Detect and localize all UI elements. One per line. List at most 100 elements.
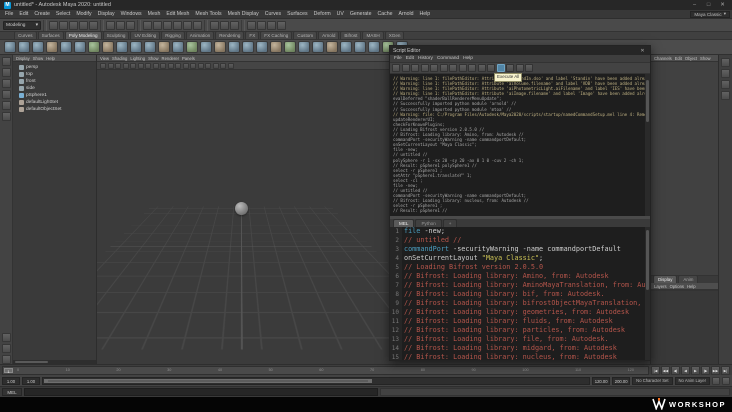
minimize-button[interactable]: – (689, 0, 700, 10)
menu-help[interactable]: Help (417, 10, 434, 19)
open-script-button[interactable] (401, 64, 410, 72)
shelf-tab-rendering[interactable]: Rendering (215, 31, 245, 39)
menu-deform[interactable]: Deform (311, 10, 334, 19)
shelf-boolean-intersection-icon[interactable] (284, 41, 296, 53)
layer-list[interactable] (651, 290, 718, 364)
shelf-separate-icon[interactable] (228, 41, 240, 53)
select-by-hierarchy-icon[interactable] (106, 20, 115, 30)
menu-mesh[interactable]: Mesh (145, 10, 164, 19)
shelf-disc-icon[interactable] (88, 41, 100, 53)
code-line[interactable]: 4 onSetCurrentLayout "Maya Classic"; (390, 254, 650, 263)
shelf-tab-rigging[interactable]: Rigging (161, 31, 185, 39)
lock-camera-icon[interactable] (107, 62, 114, 69)
menu-arnold[interactable]: Arnold (396, 10, 417, 19)
open-render-view-icon[interactable] (247, 20, 256, 30)
menu-edit[interactable]: Edit (16, 10, 31, 19)
render-settings-icon[interactable] (277, 20, 286, 30)
play-backwards-button[interactable]: ◀ (681, 365, 690, 375)
menu-file[interactable]: File (2, 10, 16, 19)
save-script-button[interactable] (392, 64, 400, 72)
status-line-separator[interactable] (43, 19, 47, 31)
wireframe-icon[interactable] (182, 62, 189, 69)
channel-box-icon[interactable] (721, 80, 730, 89)
playback-end-field[interactable]: 120.00 (592, 376, 611, 385)
code-line[interactable]: 5// Loading Bifrost version 2.0.5.0 (390, 263, 650, 272)
workspace-selector[interactable]: Maya Classic ▾ (690, 10, 730, 18)
scrollbar-thumb[interactable] (15, 361, 49, 363)
shelf-pipe-icon[interactable] (144, 41, 156, 53)
shelf-cube-icon[interactable] (18, 41, 30, 53)
scrollbar-thumb[interactable] (646, 229, 649, 290)
shelf-tab-arnold[interactable]: Arnold (318, 31, 340, 39)
script-tab-python[interactable]: Python (415, 219, 442, 227)
command-input[interactable] (24, 388, 378, 396)
channel-box-menu-edit[interactable]: Edit (675, 56, 682, 61)
viewport-menu-view[interactable]: View (100, 56, 109, 61)
code-line[interactable]: 6// Bifrost: Loading library: Amino, fro… (390, 272, 650, 281)
shelf-super-ellipse-icon[interactable] (200, 41, 212, 53)
four-pane-layout-button[interactable] (1, 344, 11, 353)
script-editor-menu-help[interactable]: Help (463, 56, 473, 61)
animation-start-field[interactable]: 1.00 (2, 376, 20, 385)
viewport-menu-panels[interactable]: Panels (182, 56, 195, 61)
textured-icon[interactable] (197, 62, 204, 69)
step-forward-frame-button[interactable]: ▶▶ (711, 365, 720, 375)
render-current-frame-icon[interactable] (257, 20, 266, 30)
menu-modify[interactable]: Modify (73, 10, 94, 19)
show-stack-trace-button[interactable] (487, 64, 495, 72)
go-to-start-button[interactable]: |◀ (651, 365, 660, 375)
code-line[interactable]: 7// Bifrost: Loading library: AminoMayaT… (390, 281, 650, 290)
bookmarks-icon[interactable] (122, 62, 129, 69)
layer-tab-display[interactable]: Display (653, 275, 678, 283)
shelf-cylinder-icon[interactable] (32, 41, 44, 53)
shelf-multi-cut-icon[interactable] (354, 41, 366, 53)
line-numbers-button[interactable] (506, 64, 514, 72)
clear-input-button[interactable] (420, 64, 429, 72)
menu-edit-mesh[interactable]: Edit Mesh (163, 10, 192, 19)
history-scrollbar[interactable] (645, 74, 650, 216)
layer-editor-menu-help[interactable]: Help (687, 284, 696, 289)
shelf-tab-xgen[interactable]: XGen (384, 31, 405, 39)
construction-history-icon[interactable] (230, 20, 239, 30)
shelf-combine-icon[interactable] (214, 41, 226, 53)
animation-end-field[interactable]: 200.00 (612, 376, 631, 385)
script-editor-titlebar[interactable]: Script Editor ✕ (390, 46, 650, 55)
outliner-item-defaultlightset[interactable]: defaultLightSet (13, 99, 96, 106)
menu-create[interactable]: Create (31, 10, 53, 19)
new-tab-button[interactable]: + (442, 219, 458, 227)
code-line[interactable]: 9// Bifrost: Loading library: bifrostObj… (390, 299, 650, 308)
shelf-tab-curves[interactable]: Curves (14, 31, 37, 39)
select-by-object-icon[interactable] (116, 20, 125, 30)
window-titlebar[interactable]: M untitled* - Autodesk Maya 2020: untitl… (0, 0, 732, 10)
outliner-item-psphere1[interactable]: pSphere1 (13, 92, 96, 99)
save-scene-icon[interactable] (69, 20, 78, 30)
outliner-item-defaultobjectset[interactable]: defaultObjectSet (13, 106, 96, 113)
grid-toggle-icon[interactable] (152, 62, 159, 69)
step-back-frame-button[interactable]: ◀◀ (661, 365, 670, 375)
shelf-tab-bifrost[interactable]: Bifrost (340, 31, 362, 39)
snap-to-point-icon[interactable] (163, 20, 172, 30)
time-slider[interactable]: 1 0 10 20 30 40 50 60 70 80 90 100 110 120 (2, 365, 649, 375)
output-connections-icon[interactable] (220, 20, 229, 30)
shelf-plane-icon[interactable] (74, 41, 86, 53)
shelf-bridge-icon[interactable] (340, 41, 352, 53)
select-tool-icon[interactable] (1, 57, 11, 66)
attribute-editor-icon[interactable] (721, 58, 730, 67)
menu-set-selector[interactable]: Modeling ▾ (3, 20, 41, 30)
shelf-soccer-ball-icon[interactable] (186, 41, 198, 53)
code-line[interactable]: 8// Bifrost: Loading library: bif, from:… (390, 290, 650, 299)
code-line[interactable]: 3 commandPort -securityWarning -name comm… (390, 245, 650, 254)
viewport-menu-show[interactable]: Show (148, 56, 158, 61)
shelf-boolean-union-icon[interactable] (256, 41, 268, 53)
shelf-bevel-icon[interactable] (326, 41, 338, 53)
range-slider[interactable] (42, 376, 591, 385)
playback-start-field[interactable]: 1.00 (22, 376, 40, 385)
screen-space-ao-icon[interactable] (220, 62, 226, 69)
command-completion-button[interactable] (515, 64, 524, 72)
menu-surfaces[interactable]: Surfaces (284, 10, 310, 19)
play-forwards-button[interactable]: ▶ (691, 365, 700, 375)
grease-pencil-icon[interactable] (145, 62, 151, 69)
script-editor-menu-history[interactable]: History (418, 56, 433, 61)
script-editor-menu-file[interactable]: File (394, 56, 402, 61)
shelf-torus-icon[interactable] (60, 41, 72, 53)
